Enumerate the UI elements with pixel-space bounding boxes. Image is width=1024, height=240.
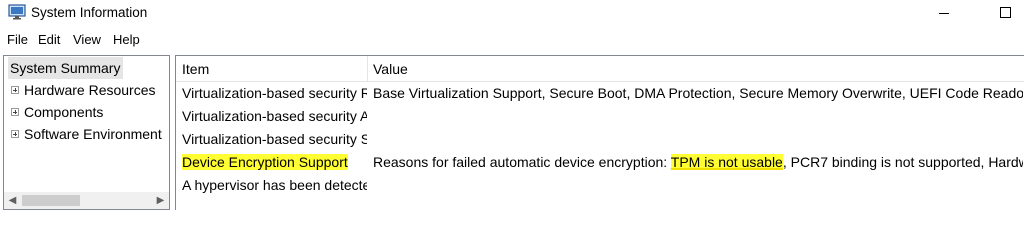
maximize-button[interactable] xyxy=(988,2,1018,24)
table-row[interactable]: Virtualization-based security Required S… xyxy=(176,82,1024,105)
horizontal-scrollbar[interactable]: ◀ ▶ xyxy=(4,192,169,209)
menu-bar: File Edit View Help xyxy=(0,30,1024,50)
table-row[interactable]: A hypervisor has been detected. Features… xyxy=(176,174,1024,197)
item-cell: Device Encryption Support xyxy=(182,151,367,174)
scroll-right-icon[interactable]: ▶ xyxy=(152,192,169,209)
menu-view[interactable]: View xyxy=(73,32,101,48)
tree-item-software-environment[interactable]: Software Environment xyxy=(4,123,169,145)
window-title: System Information xyxy=(31,5,148,20)
minimize-button[interactable] xyxy=(930,2,960,24)
tree-item-system-summary[interactable]: System Summary xyxy=(8,57,124,79)
tree-item-hardware-resources[interactable]: Hardware Resources xyxy=(4,79,169,101)
item-cell: Virtualization-based security Required S… xyxy=(182,85,367,101)
highlighted-value-text: TPM is not usable xyxy=(670,154,783,170)
value-cell: Reasons for failed automatic device encr… xyxy=(373,151,1023,174)
monitor-info-icon xyxy=(8,4,26,20)
category-tree: System Summary Hardware Resources Compon… xyxy=(3,55,170,210)
value-cell: Base Virtualization Support, Secure Boot… xyxy=(373,85,1023,101)
details-table: Item Value Virtualization-based security… xyxy=(175,55,1024,210)
expand-icon[interactable] xyxy=(11,108,19,116)
menu-edit[interactable]: Edit xyxy=(38,32,60,48)
table-row[interactable]: Device Encryption Support Reasons for fa… xyxy=(176,151,1024,174)
tree-item-label: Software Environment xyxy=(24,126,162,142)
menu-help[interactable]: Help xyxy=(113,32,140,48)
title-bar: System Information xyxy=(0,0,1024,30)
tree-item-components[interactable]: Components xyxy=(4,101,169,123)
menu-file[interactable]: File xyxy=(7,32,28,48)
table-row[interactable]: Virtualization-based security Available … xyxy=(176,105,1024,128)
tree-item-label: Components xyxy=(24,104,104,120)
table-row[interactable]: Virtualization-based security Services C… xyxy=(176,128,1024,151)
table-header: Item Value xyxy=(176,56,1024,82)
column-header-value[interactable]: Value xyxy=(373,56,408,81)
value-text: Reasons for failed automatic device encr… xyxy=(373,154,671,170)
tree-item-label: Hardware Resources xyxy=(24,82,156,98)
scrollbar-thumb[interactable] xyxy=(22,195,80,206)
item-cell: Virtualization-based security Available … xyxy=(182,108,367,124)
column-header-item[interactable]: Item xyxy=(182,56,209,81)
scroll-left-icon[interactable]: ◀ xyxy=(4,192,21,209)
value-text: , PCR7 binding is not supported, Hardwar… xyxy=(782,154,1023,170)
item-cell: A hypervisor has been detected. Features… xyxy=(182,177,367,193)
item-cell: Virtualization-based security Services C… xyxy=(182,131,367,147)
highlighted-item-text: Device Encryption Support xyxy=(182,154,348,170)
column-divider[interactable] xyxy=(367,56,368,81)
expand-icon[interactable] xyxy=(11,86,19,94)
expand-icon[interactable] xyxy=(11,130,19,138)
